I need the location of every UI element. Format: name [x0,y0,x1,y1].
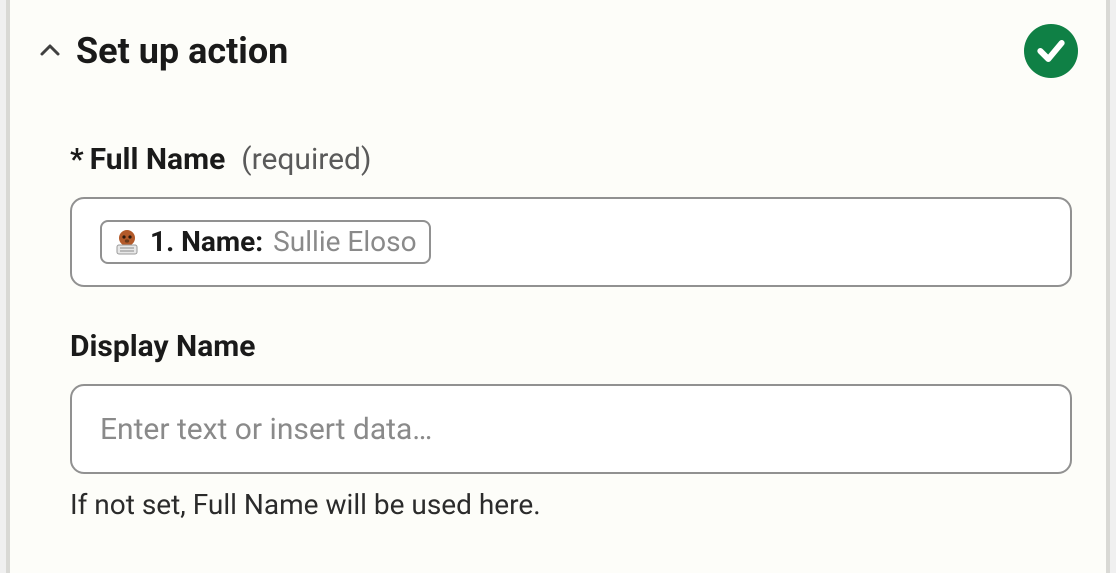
section-header[interactable]: Set up action [38,24,1078,78]
pill-value: Sullie Eloso [273,228,416,256]
pill-label: 1. Name: [150,228,263,256]
form-body: * Full Name (required) [38,142,1078,521]
display-name-placeholder: Enter text or insert data… [100,412,432,447]
full-name-label-row: * Full Name (required) [70,142,1072,177]
required-text: (required) [241,142,371,177]
display-name-input[interactable]: Enter text or insert data… [70,384,1072,474]
display-name-label: Display Name [70,329,255,364]
full-name-input[interactable]: 1. Name: Sullie Eloso [70,197,1072,287]
full-name-field: * Full Name (required) [70,142,1072,287]
display-name-helper: If not set, Full Name will be used here. [70,488,1072,521]
section-header-left: Set up action [38,30,288,72]
chevron-up-icon [38,39,62,63]
required-indicator: * Full Name [70,142,225,177]
display-name-label-row: Display Name [70,329,1072,364]
status-complete-icon [1024,24,1078,78]
mapped-field-pill[interactable]: 1. Name: Sullie Eloso [100,220,431,264]
wpforms-icon [114,229,140,255]
full-name-label: Full Name [90,142,226,177]
action-setup-panel: Set up action * Full Name (required) [6,0,1110,573]
required-asterisk: * [70,142,84,177]
section-title: Set up action [76,30,288,72]
display-name-field: Display Name Enter text or insert data… … [70,329,1072,521]
